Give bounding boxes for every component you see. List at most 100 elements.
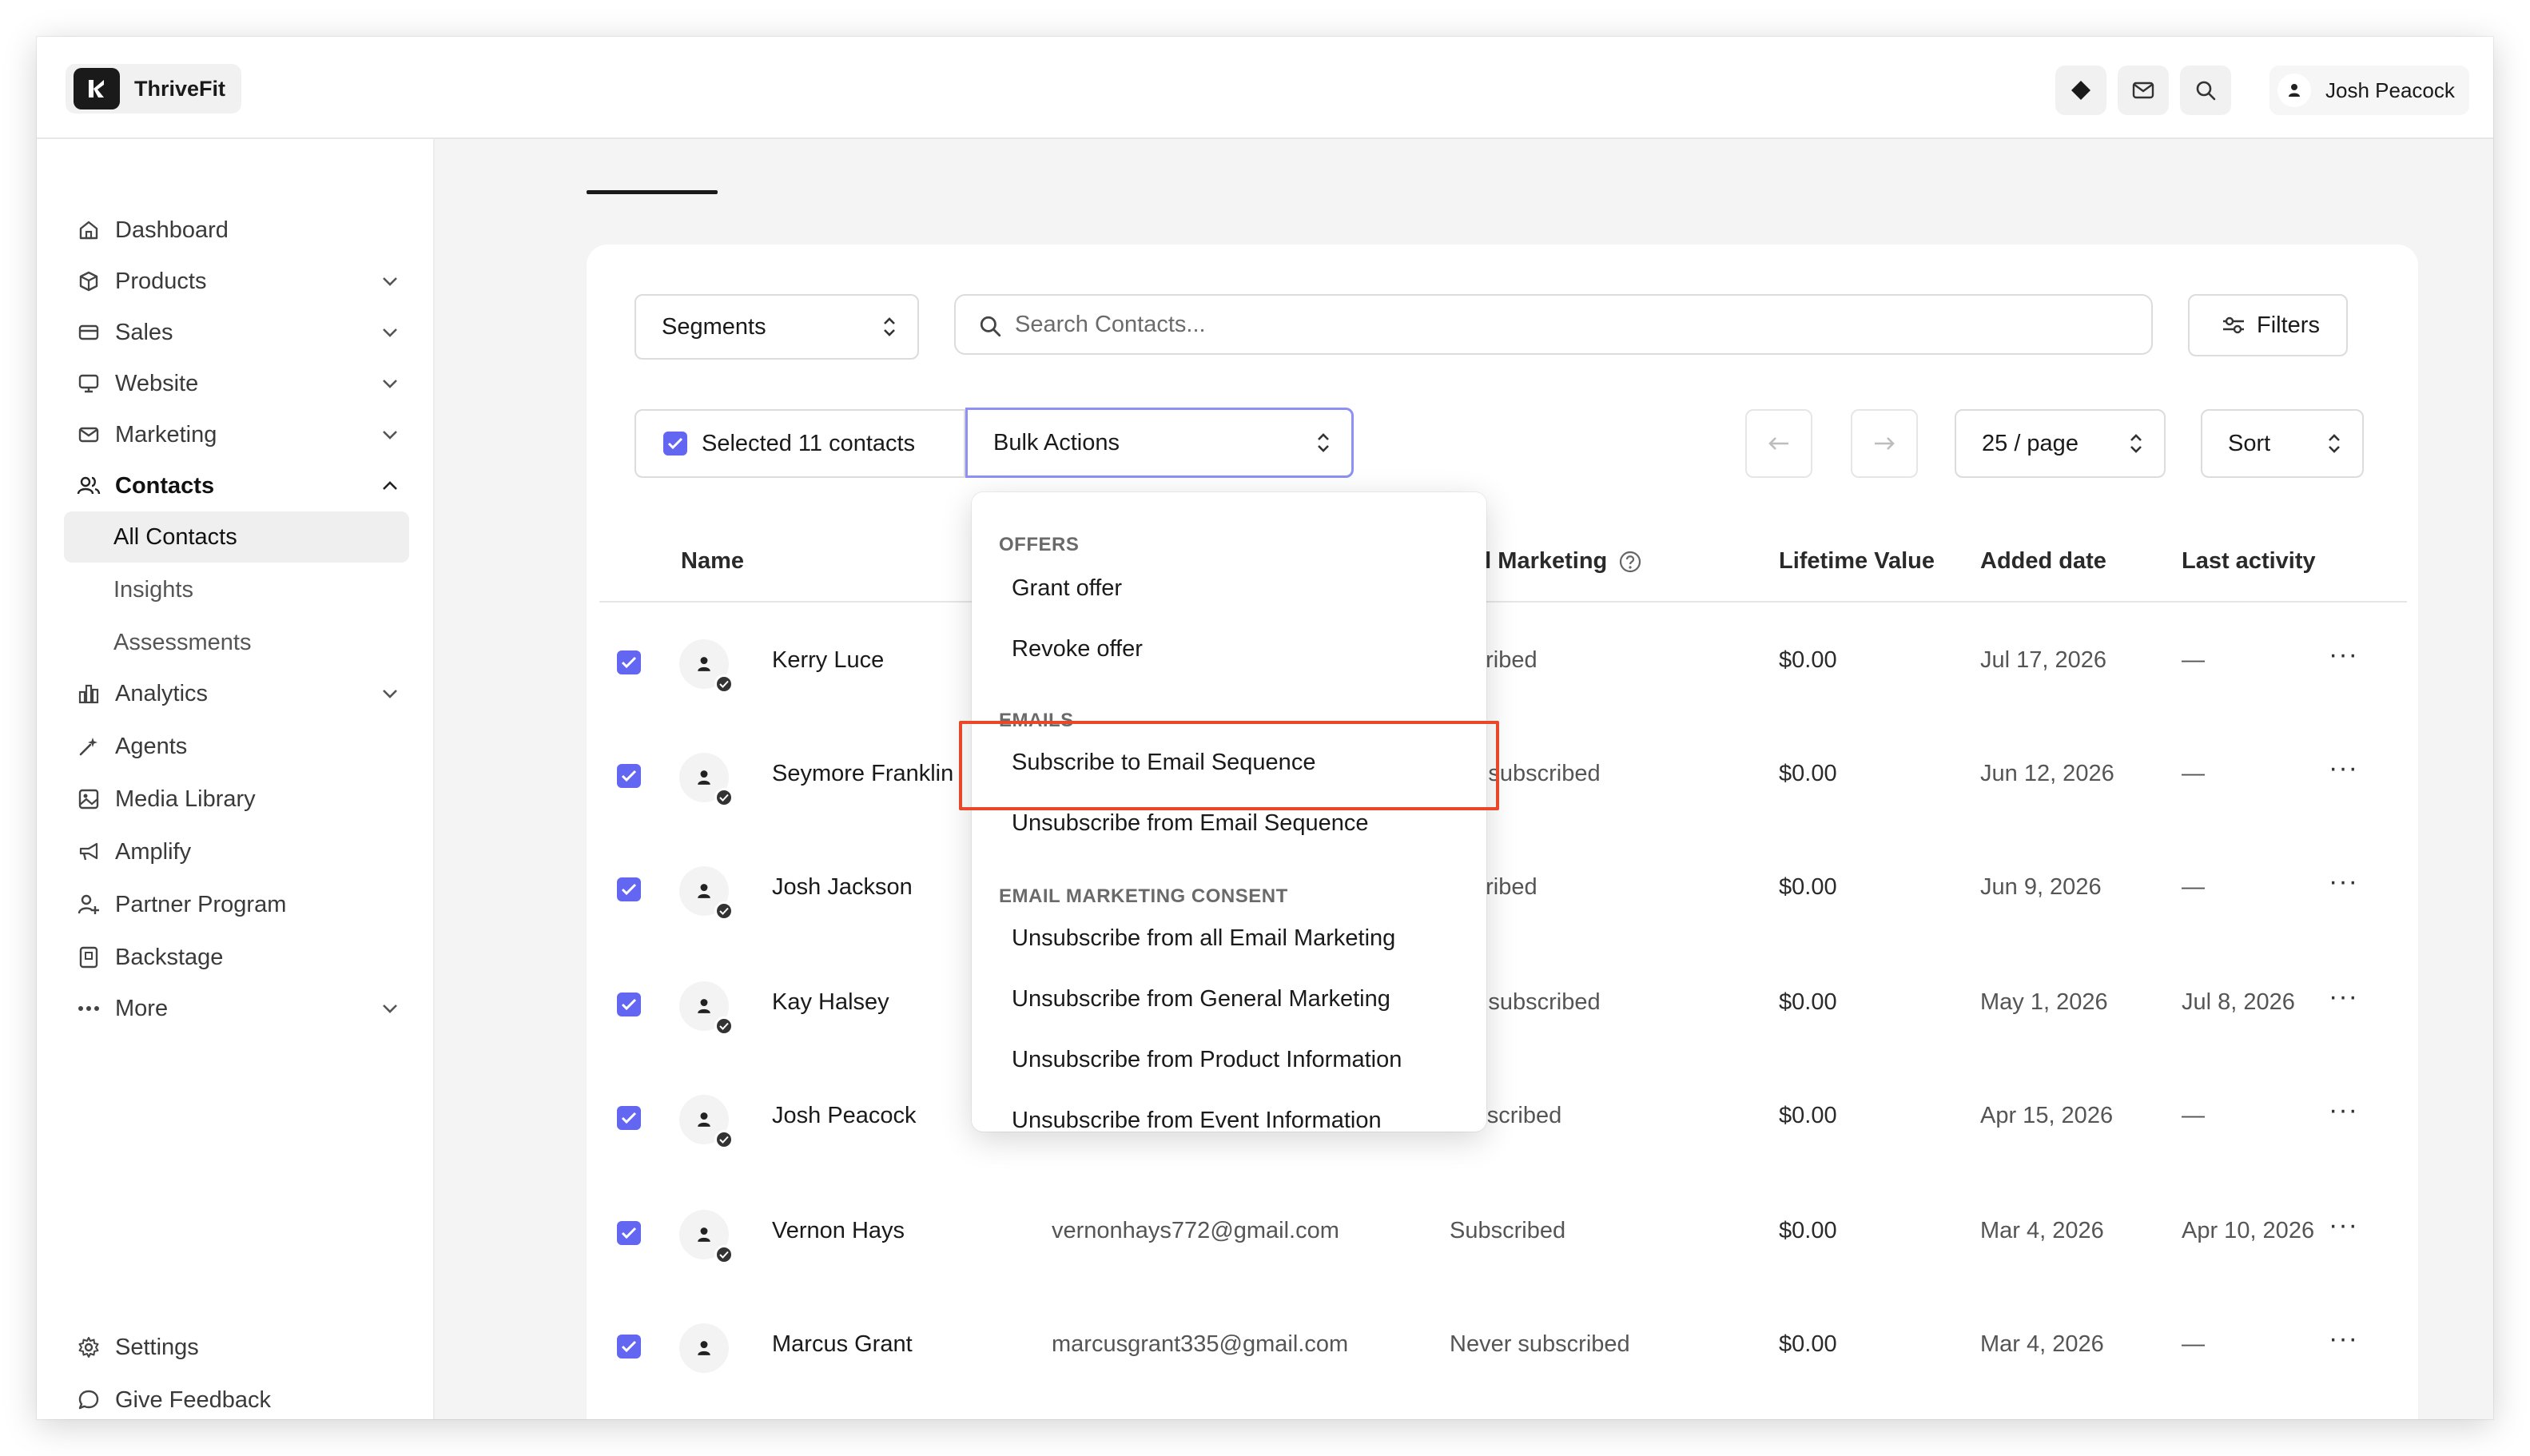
menu-item-grant-offer[interactable]: Grant offer [1012, 575, 1122, 602]
mail-icon[interactable] [2118, 66, 2169, 115]
menu-item-unsubscribe-all-marketing[interactable]: Unsubscribe from all Email Marketing [1012, 925, 1395, 952]
sidebar-item-products[interactable]: Products [64, 256, 409, 307]
select-all-checkbox[interactable] [663, 432, 687, 455]
sidebar-item-marketing[interactable]: Marketing [64, 409, 409, 460]
chat-icon [77, 1388, 101, 1412]
row-more-icon[interactable]: ··· [2329, 641, 2361, 668]
verified-check-icon [714, 788, 734, 807]
user-name: Josh Peacock [2325, 78, 2455, 102]
row-checkbox[interactable] [617, 1106, 641, 1130]
per-page-select[interactable]: 25 / page [1955, 409, 2166, 478]
menu-item-unsubscribe-event-info[interactable]: Unsubscribe from Event Information [1012, 1108, 1382, 1132]
last-activity: — [2182, 647, 2205, 673]
chevron-down-icon [379, 270, 401, 292]
sidebar-item-label: Amplify [115, 838, 192, 865]
sidebar-item-media-library[interactable]: Media Library [64, 774, 409, 825]
prev-page-button[interactable] [1745, 409, 1812, 478]
table-row[interactable]: Vernon Hays vernonhays772@gmail.com Subs… [587, 1176, 2418, 1290]
mail-icon [77, 423, 101, 447]
contact-name[interactable]: Marcus Grant [772, 1331, 913, 1358]
help-icon[interactable] [1618, 550, 1642, 574]
sidebar-item-amplify[interactable]: Amplify [64, 826, 409, 877]
row-more-icon[interactable]: ··· [2329, 1325, 2361, 1352]
contact-name[interactable]: Kerry Luce [772, 647, 884, 674]
sidebar-item-contacts[interactable]: Contacts [64, 460, 409, 511]
lifetime-value: $0.00 [1779, 874, 1837, 900]
search-placeholder: Search Contacts... [1015, 311, 1206, 337]
sidebar-item-more[interactable]: More [64, 983, 409, 1034]
column-header-last-activity[interactable]: Last activity [2182, 548, 2316, 575]
row-checkbox[interactable] [617, 1335, 641, 1359]
sidebar-item-assessments[interactable]: Assessments [64, 617, 409, 668]
contact-name[interactable]: Josh Peacock [772, 1103, 917, 1129]
selected-count: Selected 11 contacts [702, 430, 916, 456]
sidebar-item-partner-program[interactable]: Partner Program [64, 879, 409, 930]
chevron-down-icon [379, 321, 401, 344]
sidebar-item-sales[interactable]: Sales [64, 307, 409, 358]
row-checkbox[interactable] [617, 993, 641, 1016]
lifetime-value: $0.00 [1779, 647, 1837, 673]
table-row[interactable]: Seymore Franklin ver subscribed $0.00 Ju… [587, 719, 2418, 833]
table-row[interactable]: Kerry Luce bscribed $0.00 Jul 17, 2026 —… [587, 606, 2418, 719]
select-all-control[interactable]: Selected 11 contacts [634, 409, 965, 478]
verified-check-icon [714, 901, 734, 921]
table-row[interactable]: Josh Peacock subscribed $0.00 Apr 15, 20… [587, 1061, 2418, 1175]
table-row[interactable]: Kay Halsey ver subscribed $0.00 May 1, 2… [587, 948, 2418, 1061]
sidebar-item-give-feedback[interactable]: Give Feedback [64, 1374, 409, 1419]
row-more-icon[interactable]: ··· [2329, 1096, 2361, 1124]
sidebar-item-label: Give Feedback [115, 1386, 272, 1413]
sidebar-item-agents[interactable]: Agents [64, 721, 409, 772]
table-row[interactable]: Marcus Grant marcusgrant335@gmail.com Ne… [587, 1290, 2418, 1403]
sidebar-item-dashboard[interactable]: Dashboard [64, 205, 409, 256]
sidebar-item-label: Sales [115, 319, 173, 345]
lifetime-value: $0.00 [1779, 1218, 1837, 1243]
last-activity: — [2182, 1103, 2205, 1128]
diamond-icon[interactable] [2055, 66, 2106, 115]
table-row[interactable]: Josh Jackson bscribed $0.00 Jun 9, 2026 … [587, 833, 2418, 946]
brand-button[interactable]: ThriveFit [66, 64, 242, 113]
sidebar-item-label: Settings [115, 1334, 199, 1360]
email-marketing-status: Subscribed [1450, 1218, 1566, 1243]
added-date: May 1, 2026 [1980, 989, 2108, 1015]
column-header-name[interactable]: Name [681, 548, 744, 575]
contact-name[interactable]: Seymore Franklin [772, 761, 953, 787]
contact-name[interactable]: Josh Jackson [772, 874, 913, 901]
segments-select[interactable]: Segments [634, 294, 919, 360]
menu-item-revoke-offer[interactable]: Revoke offer [1012, 636, 1143, 662]
sidebar-item-website[interactable]: Website [64, 358, 409, 409]
image-icon [77, 787, 101, 811]
user-menu-button[interactable]: Josh Peacock [2269, 66, 2469, 115]
added-date: Mar 4, 2026 [1980, 1331, 2104, 1357]
contact-name[interactable]: Kay Halsey [772, 989, 889, 1016]
chevron-down-icon [379, 372, 401, 395]
chevron-down-icon [379, 682, 401, 705]
search-input[interactable]: Search Contacts... [954, 294, 2153, 355]
column-header-lifetime-value[interactable]: Lifetime Value [1779, 548, 1935, 575]
row-more-icon[interactable]: ··· [2329, 1211, 2361, 1239]
sidebar-item-insights[interactable]: Insights [64, 564, 409, 615]
filters-button[interactable]: Filters [2188, 294, 2348, 356]
contact-name[interactable]: Vernon Hays [772, 1218, 905, 1244]
last-activity: — [2182, 761, 2205, 786]
bulk-actions-select[interactable]: Bulk Actions [965, 408, 1354, 478]
column-header-added-date[interactable]: Added date [1980, 548, 2106, 575]
row-more-icon[interactable]: ··· [2329, 754, 2361, 782]
row-checkbox[interactable] [617, 650, 641, 674]
row-more-icon[interactable]: ··· [2329, 983, 2361, 1010]
search-icon[interactable] [2180, 66, 2231, 115]
row-more-icon[interactable]: ··· [2329, 868, 2361, 895]
menu-item-unsubscribe-product-info[interactable]: Unsubscribe from Product Information [1012, 1047, 1402, 1073]
sidebar-item-analytics[interactable]: Analytics [64, 668, 409, 719]
lifetime-value: $0.00 [1779, 1103, 1837, 1128]
row-checkbox[interactable] [617, 1221, 641, 1245]
menu-item-unsubscribe-general-marketing[interactable]: Unsubscribe from General Marketing [1012, 986, 1390, 1012]
sidebar-item-backstage[interactable]: Backstage [64, 932, 409, 983]
row-checkbox[interactable] [617, 877, 641, 901]
row-checkbox[interactable] [617, 764, 641, 788]
sort-select[interactable]: Sort [2201, 409, 2364, 478]
sidebar-item-settings[interactable]: Settings [64, 1322, 409, 1373]
column-header-email-marketing[interactable]: ail Marketing [1466, 548, 1642, 575]
sidebar-item-all-contacts[interactable]: All Contacts [64, 511, 409, 563]
next-page-button[interactable] [1851, 409, 1918, 478]
menu-item-unsubscribe-email-sequence[interactable]: Unsubscribe from Email Sequence [1012, 810, 1368, 837]
